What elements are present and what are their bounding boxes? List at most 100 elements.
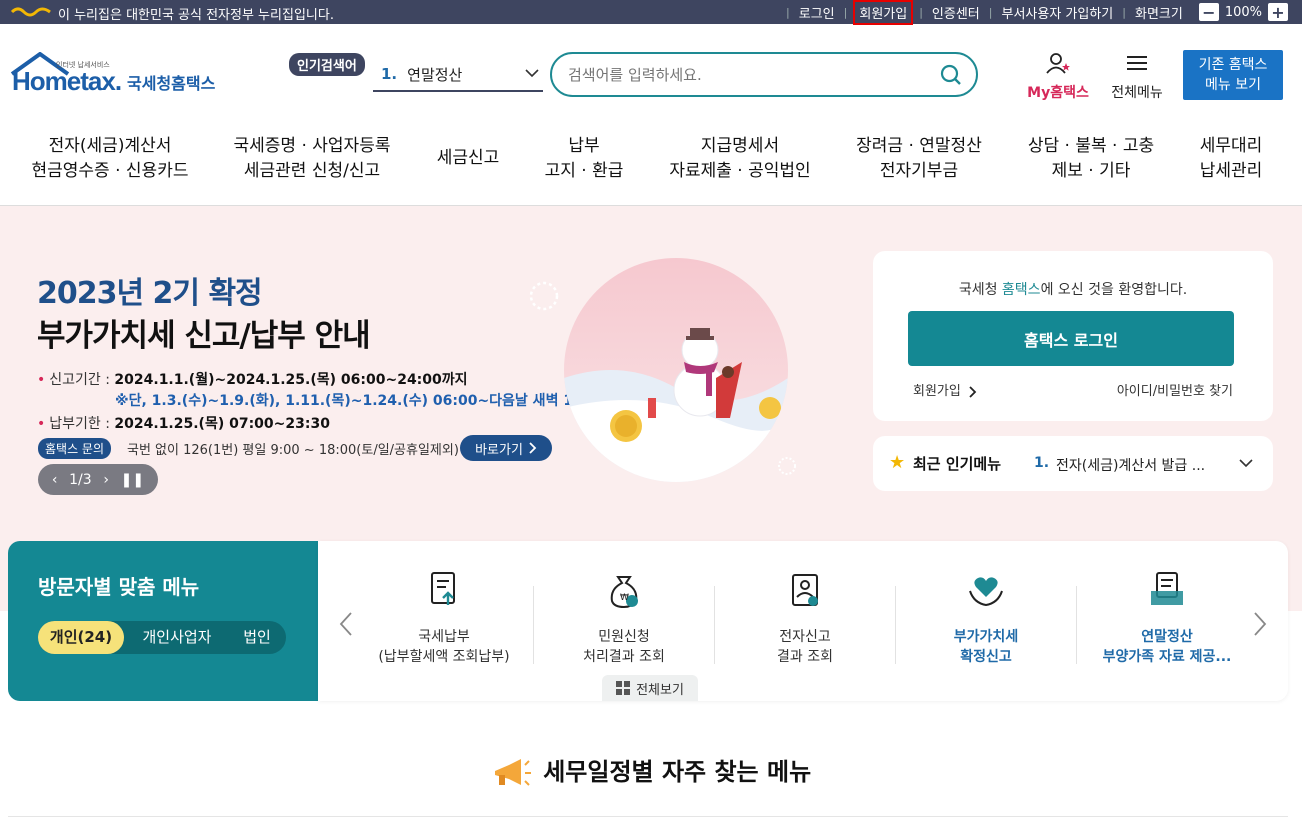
menu-national-tax-payment[interactable]: 국세납부 (납부할세액 조회납부) <box>354 567 534 667</box>
nav-incentive[interactable]: 장려금 · 연말정산 전자기부금 <box>846 134 992 184</box>
menu-item-line2: 확정신고 <box>960 649 1012 665</box>
all-menu-button[interactable]: 전체메뉴 <box>1106 52 1168 102</box>
login-card: 국세청 홈택스에 오신 것을 환영합니다. 홈택스 로그인 회원가입 아이디/비… <box>873 251 1273 421</box>
money-bag-icon: ₩ <box>610 576 638 609</box>
zoom-out-button[interactable]: − <box>1198 3 1219 22</box>
pause-button[interactable]: ❚❚ <box>121 472 144 488</box>
menu-item-line2: 결과 조회 <box>777 649 833 665</box>
search-icon[interactable] <box>940 64 962 86</box>
document-upload-icon <box>431 572 455 605</box>
nav-tax-filing[interactable]: 세금신고 <box>428 146 508 171</box>
zoom-level: 100% <box>1224 4 1262 20</box>
schedule-section-title: 세무일정별 자주 찾는 메뉴 <box>0 752 1302 791</box>
hero-title: 부가가치세 신고/납부 안내 <box>37 318 371 354</box>
folder-doc-icon <box>1151 572 1183 605</box>
gov-notice: 이 누리집은 대한민국 공식 전자정부 누리집입니다. <box>58 8 334 23</box>
hometax-login-button[interactable]: 홈택스 로그인 <box>908 311 1234 366</box>
zoom-in-button[interactable]: + <box>1268 3 1288 22</box>
nav-tax-agent[interactable]: 세무대리 납세관리 <box>1190 134 1272 184</box>
popular-search-badge: 인기검색어 <box>289 53 365 76</box>
hamburger-menu-icon <box>1127 56 1147 70</box>
see-all-label: 전체보기 <box>636 682 684 698</box>
hero-pay-deadline: • 납부기한 : 2024.1.25.(목) 07:00~23:30 <box>37 416 330 432</box>
logo-korean: 국세청홈택스 <box>127 74 216 93</box>
visitor-menu-title: 방문자별 맞춤 메뉴 <box>38 575 200 599</box>
go-button[interactable]: 바로가기 <box>460 435 552 461</box>
sparkle-ring-icon <box>778 457 796 475</box>
megaphone-icon <box>494 759 531 786</box>
nav-tax-invoice[interactable]: 전자(세금)계산서 현금영수증 · 신용카드 <box>30 134 190 184</box>
schedule-title-text: 세무일정별 자주 찾는 메뉴 <box>543 758 812 786</box>
prev-slide-button[interactable]: ‹ <box>52 472 58 488</box>
menu-item-line1: 민원신청 <box>598 629 650 645</box>
welcome-text: 국세청 홈택스에 오신 것을 환영합니다. <box>958 282 1188 298</box>
recent-popular-rank: 1. <box>1034 455 1050 471</box>
sparkle-ring-icon <box>529 281 559 311</box>
logo-wordmark: Hometax. <box>12 66 122 96</box>
nav-payment[interactable]: 납부 고지 · 환급 <box>534 134 634 184</box>
menu-item-line1: 연말정산 <box>1141 629 1193 645</box>
find-id-password-link[interactable]: 아이디/비밀번호 찾기 <box>1117 380 1233 399</box>
go-button-label: 바로가기 <box>475 442 523 458</box>
snowman-illustration <box>564 258 788 482</box>
signup-link[interactable]: 회원가입 <box>853 0 914 25</box>
gov-banner: 이 누리집은 대한민국 공식 전자정부 누리집입니다. | 로그인 | 회원가입… <box>0 0 1302 25</box>
visitor-menu-items: 국세납부 (납부할세액 조회납부) ₩ 민원신청 처리결과 조회 전자신고 결과… <box>318 541 1288 701</box>
my-hometax-label: My홈택스 <box>1027 85 1089 101</box>
svg-text:₩: ₩ <box>620 593 629 603</box>
visitor-menu-panel: 방문자별 맞춤 메뉴 개인(24) 개인사업자 법인 <box>8 541 318 701</box>
menu-item-line2: 처리결과 조회 <box>583 649 665 665</box>
old-hometax-line1: 기존 홈택스 <box>1198 57 1268 73</box>
recent-popular-title: 최근 인기메뉴 <box>913 455 1002 473</box>
star-icon: ★ <box>889 452 906 473</box>
chevron-right-icon[interactable] <box>1252 611 1268 637</box>
menu-item-line1: 국세납부 <box>418 629 470 645</box>
recent-popular-menu[interactable]: ★ 최근 인기메뉴 1. 전자(세금)계산서 발급 ... <box>873 436 1273 491</box>
tab-corporation[interactable]: 법인 <box>232 621 282 654</box>
menu-e-filing-result[interactable]: 전자신고 결과 조회 <box>715 567 895 667</box>
inquiry-text: 국번 없이 126(1번) 평일 9:00 ~ 18:00(토/일/공휴일제외) <box>127 443 459 458</box>
chevron-right-icon <box>529 442 537 454</box>
grid-icon <box>616 681 631 695</box>
my-hometax-button[interactable]: My홈택스 <box>1024 52 1092 102</box>
recent-popular-value: 전자(세금)계산서 발급 ... <box>1056 458 1206 474</box>
search-input[interactable] <box>568 63 928 87</box>
certificate-icon <box>792 574 818 606</box>
menu-item-line1: 부가가치세 <box>953 629 1019 645</box>
tab-sole-proprietor[interactable]: 개인사업자 <box>130 621 224 654</box>
main-navigation: 전자(세금)계산서 현금영수증 · 신용카드 국세증명 · 사업자등록 세금관련 신… <box>0 122 1302 206</box>
popular-search-select[interactable]: 1. 연말정산 <box>373 58 543 92</box>
hero-period-note: ※단, 1.3.(수)~1.9.(화), 1.11.(목)~1.24.(수) 0… <box>115 393 599 409</box>
heart-hands-icon <box>969 577 1003 607</box>
tab-individual[interactable]: 개인(24) <box>38 621 124 654</box>
see-all-button[interactable]: 전체보기 <box>602 675 698 701</box>
department-user-signup-link[interactable]: 부서사용자 가입하기 <box>1001 3 1113 22</box>
menu-item-line2: 부양가족 자료 제공... <box>1102 649 1232 665</box>
chevron-down-icon <box>525 69 539 78</box>
user-icon <box>1046 53 1070 74</box>
menu-civil-petition[interactable]: ₩ 민원신청 처리결과 조회 <box>534 567 714 667</box>
hero-period: • 신고기간 : 2024.1.1.(월)~2024.1.25.(목) 06:00… <box>37 372 468 388</box>
chevron-down-icon <box>1239 459 1253 468</box>
popular-keyword: 연말정산 <box>407 65 463 84</box>
login-link[interactable]: 로그인 <box>799 3 835 22</box>
menu-year-end-settlement[interactable]: 연말정산 부양가족 자료 제공... <box>1077 567 1257 667</box>
menu-vat-final-filing[interactable]: 부가가치세 확정신고 <box>896 567 1076 667</box>
nav-certificates[interactable]: 국세증명 · 사업자등록 세금관련 신청/신고 <box>222 134 402 184</box>
nav-payment-statement[interactable]: 지급명세서 자료제출 · 공익법인 <box>664 134 816 184</box>
all-menu-label: 전체메뉴 <box>1111 85 1163 101</box>
inquiry-badge: 홈택스 문의 <box>38 438 112 459</box>
join-link[interactable]: 회원가입 <box>913 380 977 399</box>
next-slide-button[interactable]: › <box>103 472 109 488</box>
chevron-left-icon[interactable] <box>338 611 354 637</box>
slide-pager: ‹ 1/3 › ❚❚ <box>38 464 158 495</box>
visitor-tabs: 개인(24) 개인사업자 법인 <box>38 621 286 654</box>
certificate-center-link[interactable]: 인증센터 <box>932 3 980 22</box>
chevron-right-icon <box>969 385 977 398</box>
screen-size-label: 화면크기 <box>1134 6 1183 22</box>
menu-item-line2: (납부할세액 조회납부) <box>378 649 510 665</box>
old-hometax-button[interactable]: 기존 홈택스 메뉴 보기 <box>1183 50 1283 100</box>
popular-rank: 1. <box>381 65 398 83</box>
slide-counter: 1/3 <box>69 471 92 488</box>
nav-consultation[interactable]: 상담 · 불복 · 고충 제보 · 기타 <box>1022 134 1160 184</box>
